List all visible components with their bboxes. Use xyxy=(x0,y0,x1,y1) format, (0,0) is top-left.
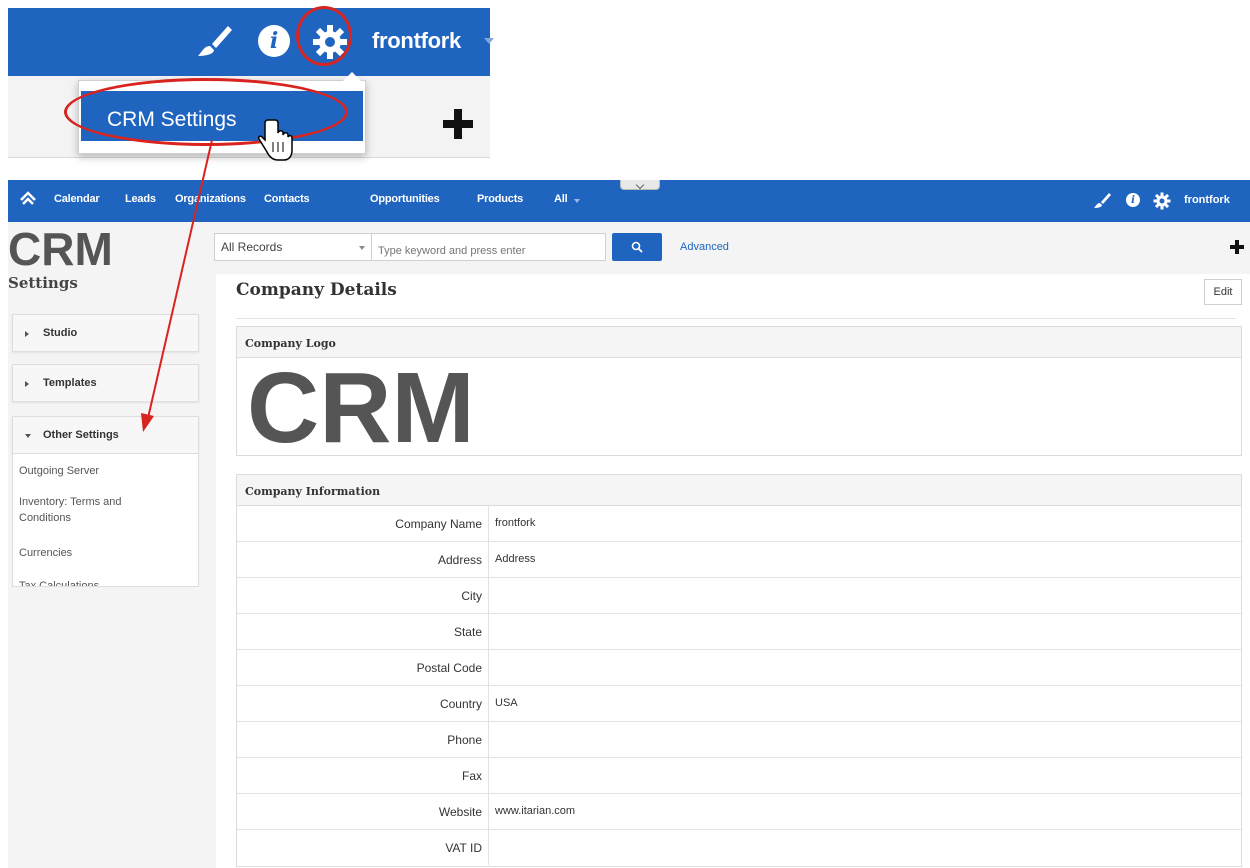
top-navigation-bar: Calendar Leads Organizations Contacts Op… xyxy=(8,180,1250,222)
plus-icon[interactable] xyxy=(1230,240,1244,254)
crm-app-window: Calendar Leads Organizations Contacts Op… xyxy=(8,180,1250,868)
sidebar-title: Settings xyxy=(8,274,78,292)
hand-cursor-icon xyxy=(258,119,293,161)
caret-right-icon xyxy=(25,381,29,387)
field-label: Postal Code xyxy=(237,650,489,685)
field-label: Phone xyxy=(237,722,489,757)
other-settings-list: Outgoing Server Inventory: Terms and Con… xyxy=(12,454,199,587)
crm-logo[interactable]: CRM xyxy=(8,227,158,269)
page-title: Company Details xyxy=(236,280,397,300)
table-row: Address Address xyxy=(237,542,1241,578)
svg-text:CRM: CRM xyxy=(247,362,475,450)
table-row: State xyxy=(237,614,1241,650)
sidebar-panel-studio[interactable]: Studio xyxy=(12,314,199,352)
caret-down-icon xyxy=(25,434,31,438)
divider xyxy=(236,318,1236,319)
collapse-toggle[interactable] xyxy=(620,180,660,190)
sidebar-panel-templates[interactable]: Templates xyxy=(12,364,199,402)
sidebar-panel-label: Templates xyxy=(43,377,97,389)
field-label: Website xyxy=(237,794,489,829)
nav-all[interactable]: All xyxy=(554,193,568,205)
home-icon[interactable] xyxy=(18,190,38,210)
brush-icon[interactable] xyxy=(194,22,234,62)
field-value: Address xyxy=(495,553,536,565)
table-row: VAT ID xyxy=(237,830,1241,866)
sidebar-link-tax-calculations[interactable]: Tax Calculations xyxy=(19,578,99,586)
table-row: Postal Code xyxy=(237,650,1241,686)
nav-opportunities[interactable]: Opportunities xyxy=(370,193,440,205)
annotation-oval xyxy=(64,78,348,146)
svg-text:CRM: CRM xyxy=(8,227,113,269)
user-menu[interactable]: frontfork xyxy=(1184,194,1230,206)
table-row: Website www.itarian.com xyxy=(237,794,1241,830)
zoomed-callout: i frontfork CRM Settings xyxy=(0,0,494,170)
company-logo-block: CRM xyxy=(236,358,1242,456)
table-row: Phone xyxy=(237,722,1241,758)
chevron-down-icon xyxy=(484,38,494,44)
nav-organizations[interactable]: Organizations xyxy=(175,193,246,205)
nav-calendar[interactable]: Calendar xyxy=(54,193,100,205)
zoomed-username[interactable]: frontfork xyxy=(372,28,461,54)
nav-leads[interactable]: Leads xyxy=(125,193,156,205)
company-logo-image: CRM xyxy=(247,362,475,450)
field-value: USA xyxy=(495,697,518,709)
company-logo-header: Company Logo xyxy=(236,326,1242,358)
sidebar-link-outgoing-server[interactable]: Outgoing Server xyxy=(19,463,99,479)
search-button[interactable] xyxy=(612,233,662,261)
field-label: Company Name xyxy=(237,506,489,541)
search-icon xyxy=(631,241,643,253)
records-select[interactable]: All Records xyxy=(214,233,372,261)
nav-contacts[interactable]: Contacts xyxy=(264,193,310,205)
table-row: City xyxy=(237,578,1241,614)
plus-icon[interactable] xyxy=(440,106,476,142)
field-label: Fax xyxy=(237,758,489,793)
chevron-down-icon xyxy=(574,199,580,203)
caret-right-icon xyxy=(25,331,29,337)
field-label: Country xyxy=(237,686,489,721)
company-info-header: Company Information xyxy=(236,474,1242,506)
settings-sidebar: Settings Studio Templates Other Settings… xyxy=(8,274,208,868)
annotation-circle xyxy=(296,6,352,66)
field-value: frontfork xyxy=(495,517,536,529)
sidebar-panel-label: Other Settings xyxy=(43,429,119,441)
gear-icon[interactable] xyxy=(1152,191,1172,211)
field-label: State xyxy=(237,614,489,649)
edit-button[interactable]: Edit xyxy=(1204,279,1242,305)
sidebar-link-currencies[interactable]: Currencies xyxy=(19,545,72,561)
info-icon[interactable]: i xyxy=(258,25,290,57)
table-row: Country USA xyxy=(237,686,1241,722)
records-select-value: All Records xyxy=(221,240,283,254)
search-bar-row: CRM All Records Advanced xyxy=(8,222,1250,274)
sidebar-link-terms-conditions[interactable]: Inventory: Terms and Conditions xyxy=(19,494,169,526)
brush-icon[interactable] xyxy=(1092,191,1112,211)
nav-products[interactable]: Products xyxy=(477,193,523,205)
field-label: Address xyxy=(237,542,489,577)
field-label: City xyxy=(237,578,489,613)
sidebar-panel-other-settings[interactable]: Other Settings xyxy=(12,416,199,454)
field-label: VAT ID xyxy=(237,830,489,865)
table-row: Company Name frontfork xyxy=(237,506,1241,542)
zoomed-top-bar: i frontfork xyxy=(8,8,494,76)
search-input[interactable] xyxy=(372,233,606,261)
sidebar-panel-label: Studio xyxy=(43,327,78,339)
field-value: www.itarian.com xyxy=(495,805,576,817)
advanced-search-link[interactable]: Advanced xyxy=(680,241,729,253)
company-details-panel: Company Details Edit Company Logo CRM Co… xyxy=(216,274,1250,868)
info-icon[interactable]: i xyxy=(1126,193,1140,207)
table-row: Fax xyxy=(237,758,1241,794)
company-info-table: Company Name frontfork Address Address C… xyxy=(236,506,1242,867)
chevron-down-icon xyxy=(359,246,365,250)
